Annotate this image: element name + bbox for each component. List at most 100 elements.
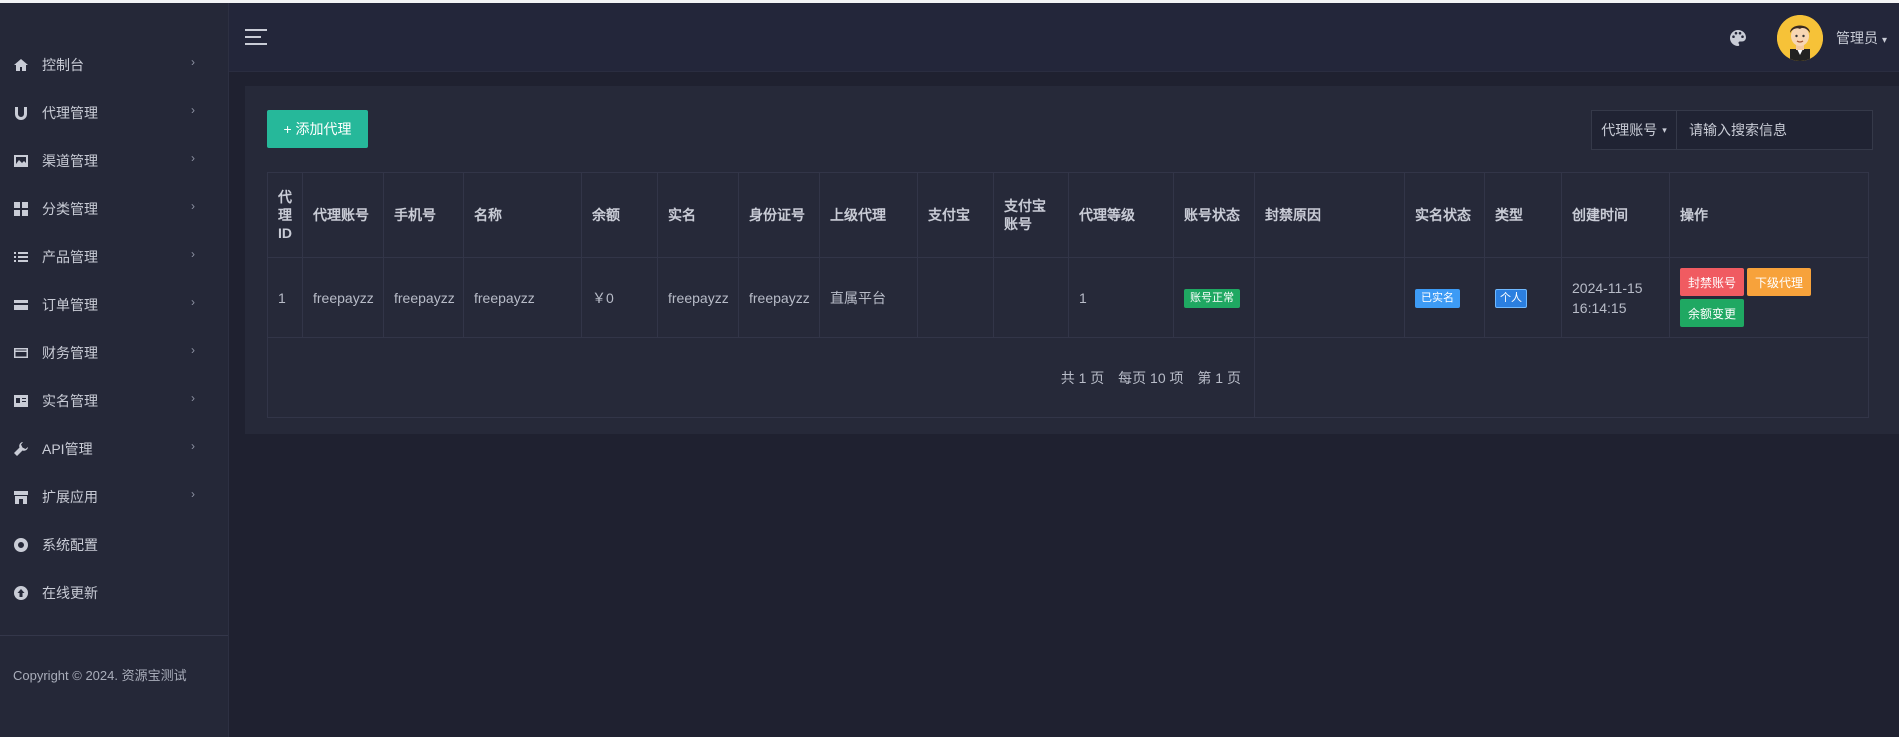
chevron-right-icon: › bbox=[191, 247, 195, 261]
sidebar-item-label: 代理管理 bbox=[42, 105, 98, 121]
top-header: 管理员 ▾ bbox=[229, 3, 1899, 72]
type-badge: 个人 bbox=[1495, 288, 1527, 308]
user-name: 管理员 bbox=[1836, 30, 1878, 46]
sidebar-item-label: 产品管理 bbox=[42, 249, 98, 265]
cell-level: 1 bbox=[1068, 257, 1174, 338]
table-header-row: 代理ID 代理账号 手机号 名称 余额 实名 身份证号 上级代理 支付宝 支付宝… bbox=[267, 172, 1869, 258]
content-panel: + 添加代理 代理账号 ▾ 代理ID 代理账号 手机号 名称 余额 实名 身份证号… bbox=[245, 86, 1899, 434]
sidebar-item-orders[interactable]: 订单管理 › bbox=[0, 281, 228, 329]
cell-idcard: freepayzz bbox=[738, 257, 820, 338]
cell-status: 账号正常 bbox=[1173, 257, 1255, 338]
sidebar-item-label: 订单管理 bbox=[42, 297, 98, 313]
column-header: 上级代理 bbox=[819, 172, 918, 258]
user-menu[interactable]: 管理员 ▾ bbox=[1836, 28, 1887, 48]
search-bar: 代理账号 ▾ bbox=[1591, 110, 1873, 150]
chevron-right-icon: › bbox=[191, 487, 195, 501]
column-header: 支付宝账号 bbox=[993, 172, 1069, 258]
verify-badge: 已实名 bbox=[1415, 288, 1460, 308]
sidebar-menu: 控制台 › 代理管理 › 渠道管理 › 分类管理 › 产品管理 › 订单管理 › bbox=[0, 41, 228, 617]
chevron-right-icon: › bbox=[191, 103, 195, 117]
sidebar-item-label: 系统配置 bbox=[42, 537, 98, 553]
menu-toggle-icon[interactable] bbox=[245, 29, 267, 50]
table-row: 1 freepayzz freepayzz freepayzz ￥0 freep… bbox=[267, 257, 1869, 338]
wrench-icon bbox=[12, 440, 30, 458]
avatar[interactable] bbox=[1777, 15, 1823, 61]
sidebar-item-dashboard[interactable]: 控制台 › bbox=[0, 41, 228, 89]
cell-actions: 封禁账号 下级代理 余额变更 bbox=[1669, 257, 1869, 338]
pager-cell: 共 1 页 每页 10 项 第 1 页 bbox=[267, 337, 1255, 418]
cell-parent: 直属平台 bbox=[819, 257, 918, 338]
column-header: 手机号 bbox=[383, 172, 464, 258]
ban-account-button[interactable]: 封禁账号 bbox=[1680, 268, 1745, 296]
sidebar-item-finance[interactable]: 财务管理 › bbox=[0, 329, 228, 377]
chart-image-icon bbox=[12, 152, 30, 170]
sidebar: 控制台 › 代理管理 › 渠道管理 › 分类管理 › 产品管理 › 订单管理 › bbox=[0, 3, 229, 737]
chevron-right-icon: › bbox=[191, 295, 195, 309]
home-icon bbox=[12, 56, 30, 74]
page-size: 每页 10 项 bbox=[1118, 369, 1184, 386]
column-header: 实名状态 bbox=[1404, 172, 1485, 258]
sub-agents-button[interactable]: 下级代理 bbox=[1747, 268, 1812, 296]
column-header: 代理账号 bbox=[302, 172, 384, 258]
cell-type: 个人 bbox=[1484, 257, 1562, 338]
column-header: 代理ID bbox=[267, 172, 303, 258]
sidebar-item-label: 渠道管理 bbox=[42, 153, 98, 169]
upload-circle-icon bbox=[12, 584, 30, 602]
chevron-right-icon: › bbox=[191, 343, 195, 357]
sidebar-item-products[interactable]: 产品管理 › bbox=[0, 233, 228, 281]
total-pages: 共 1 页 bbox=[1060, 369, 1105, 386]
chevron-right-icon: › bbox=[191, 439, 195, 453]
search-field-label: 代理账号 bbox=[1601, 122, 1658, 138]
sidebar-item-label: 扩展应用 bbox=[42, 489, 98, 505]
column-header: 实名 bbox=[657, 172, 739, 258]
palette-icon[interactable] bbox=[1729, 29, 1747, 47]
column-header: 名称 bbox=[463, 172, 582, 258]
column-header: 操作 bbox=[1669, 172, 1869, 258]
copyright-text: Copyright © 2024. 资源宝测试 bbox=[13, 668, 187, 683]
sidebar-item-label: 分类管理 bbox=[42, 201, 98, 217]
sidebar-item-label: API管理 bbox=[42, 441, 93, 457]
column-header: 余额 bbox=[581, 172, 658, 258]
agents-table: 代理ID 代理账号 手机号 名称 余额 实名 身份证号 上级代理 支付宝 支付宝… bbox=[267, 172, 1869, 418]
id-card-icon bbox=[12, 392, 30, 410]
balance-change-button[interactable]: 余额变更 bbox=[1680, 299, 1745, 327]
chevron-right-icon: › bbox=[191, 151, 195, 165]
chevron-down-icon: ▾ bbox=[1662, 124, 1667, 135]
sidebar-item-agents[interactable]: 代理管理 › bbox=[0, 89, 228, 137]
cell-account: freepayzz bbox=[302, 257, 384, 338]
list-icon bbox=[12, 248, 30, 266]
pager-empty-cell bbox=[1254, 337, 1869, 418]
cell-balance: ￥0 bbox=[581, 257, 658, 338]
sidebar-item-extensions[interactable]: 扩展应用 › bbox=[0, 473, 228, 521]
add-agent-button[interactable]: + 添加代理 bbox=[267, 110, 368, 148]
column-header: 类型 bbox=[1484, 172, 1562, 258]
search-field-select[interactable]: 代理账号 ▾ bbox=[1592, 111, 1677, 149]
credit-card-icon bbox=[12, 344, 30, 362]
order-list-icon bbox=[12, 296, 30, 314]
sidebar-item-system-config[interactable]: 系统配置 bbox=[0, 521, 228, 569]
cell-verify-status: 已实名 bbox=[1404, 257, 1485, 338]
sidebar-item-api[interactable]: API管理 › bbox=[0, 425, 228, 473]
sidebar-item-categories[interactable]: 分类管理 › bbox=[0, 185, 228, 233]
store-icon bbox=[12, 488, 30, 506]
sidebar-divider bbox=[0, 635, 228, 636]
pagination-info: 共 1 页 每页 10 项 第 1 页 bbox=[1056, 368, 1246, 388]
search-input[interactable] bbox=[1677, 111, 1872, 149]
sidebar-item-online-update[interactable]: 在线更新 bbox=[0, 569, 228, 617]
column-header: 创建时间 bbox=[1561, 172, 1670, 258]
current-page: 第 1 页 bbox=[1197, 369, 1241, 386]
cell-phone: freepayzz bbox=[383, 257, 464, 338]
grid-icon bbox=[12, 200, 30, 218]
cell-id: 1 bbox=[267, 257, 303, 338]
magnet-icon bbox=[12, 104, 30, 122]
sidebar-item-label: 财务管理 bbox=[42, 345, 98, 361]
chevron-right-icon: › bbox=[191, 199, 195, 213]
cell-created: 2024-11-15 16:14:15 bbox=[1561, 257, 1670, 338]
pager-row: 共 1 页 每页 10 项 第 1 页 bbox=[267, 337, 1869, 418]
column-header: 支付宝 bbox=[917, 172, 994, 258]
cell-alipay-account bbox=[993, 257, 1069, 338]
sidebar-item-channels[interactable]: 渠道管理 › bbox=[0, 137, 228, 185]
sidebar-item-realname[interactable]: 实名管理 › bbox=[0, 377, 228, 425]
cell-alipay bbox=[917, 257, 994, 338]
cell-ban-reason bbox=[1254, 257, 1405, 338]
